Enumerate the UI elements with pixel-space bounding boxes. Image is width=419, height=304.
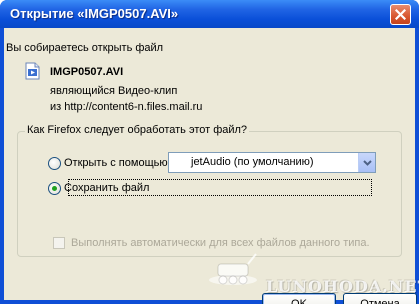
- file-name: IMGP0507.AVI: [50, 66, 124, 78]
- auto-action-checkbox[interactable]: [53, 237, 65, 249]
- application-select-value: jetAudio (по умолчанию): [191, 156, 314, 168]
- rover-watermark-icon: [209, 253, 257, 285]
- dropdown-button[interactable]: [358, 153, 375, 172]
- chevron-down-icon: [362, 159, 372, 166]
- title-bar[interactable]: Открытие «IMGP0507.AVI»: [0, 0, 419, 28]
- radio-selected-dot: [52, 186, 57, 191]
- video-file-icon: [25, 62, 40, 80]
- open-with-radio[interactable]: [48, 157, 61, 170]
- close-icon: [395, 9, 406, 20]
- dialog-body: Вы собираетесь открыть файл IMGP0507.AVI…: [4, 28, 419, 304]
- close-button[interactable]: [390, 4, 411, 25]
- save-file-label[interactable]: Сохранить файл: [64, 182, 149, 194]
- file-source: из http://content6-n.files.mail.ru: [50, 101, 203, 113]
- window-title: Открытие «IMGP0507.AVI»: [10, 6, 179, 21]
- intro-text: Вы собираетесь открыть файл: [6, 42, 164, 54]
- application-select[interactable]: jetAudio (по умолчанию): [168, 152, 376, 173]
- open-with-label[interactable]: Открыть с помощью: [64, 157, 168, 169]
- auto-action-label: Выполнять автоматически для всех файлов …: [71, 237, 370, 249]
- file-type: являющийся Видео-клип: [50, 85, 178, 97]
- save-file-radio[interactable]: [48, 182, 61, 195]
- action-question: Как Firefox следует обработать этот файл…: [25, 124, 250, 136]
- ok-button[interactable]: OK: [262, 293, 336, 304]
- dialog-window: Открытие «IMGP0507.AVI» Вы собираетесь о…: [0, 0, 419, 304]
- cancel-button[interactable]: Отмена: [343, 293, 417, 304]
